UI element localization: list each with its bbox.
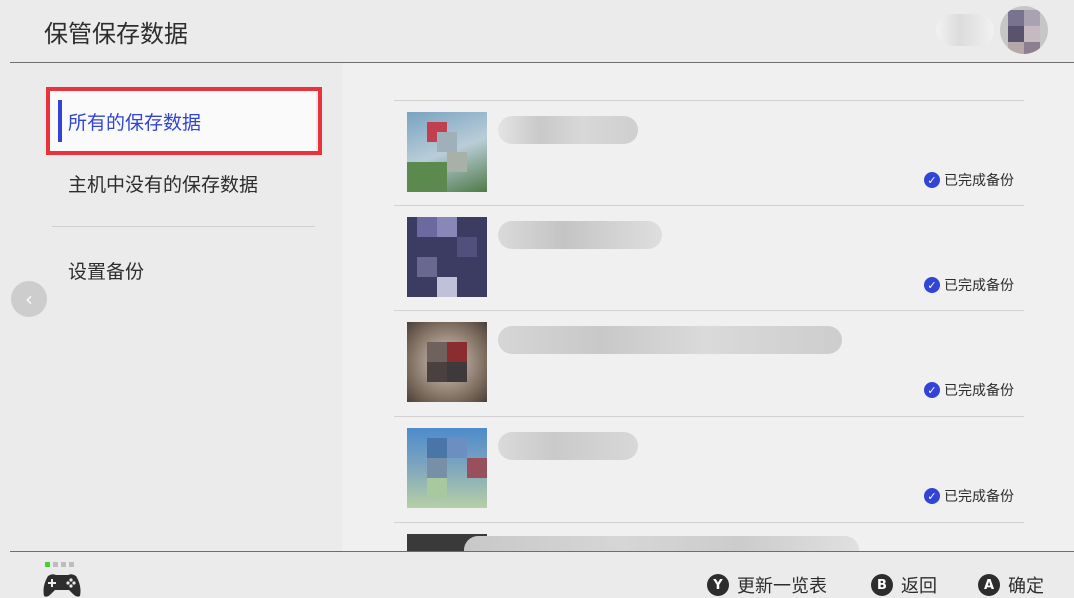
refresh-list-label: 更新一览表 xyxy=(737,576,827,597)
row-divider xyxy=(394,310,1024,311)
avatar-pixel xyxy=(1024,26,1040,42)
thumb-pixel xyxy=(447,152,467,172)
page-title: 保管保存数据 xyxy=(44,20,188,48)
highlight-box xyxy=(46,87,322,155)
battery-cell xyxy=(61,562,66,567)
thumb-pixel xyxy=(427,478,447,498)
controller-icon xyxy=(43,574,81,597)
game-title-blurred xyxy=(498,432,638,460)
b-button-icon: B xyxy=(871,574,893,596)
chevron-left-icon[interactable]: ‹ xyxy=(11,281,47,317)
thumb-pixel xyxy=(447,342,467,362)
sidebar-divider xyxy=(52,226,315,227)
game-thumbnail xyxy=(407,217,487,297)
backup-status-label: 已完成备份 xyxy=(944,278,1014,294)
battery-cell xyxy=(45,562,50,567)
backup-status: ✓ 已完成备份 xyxy=(924,380,1014,400)
save-data-list: ✓ 已完成备份 ✓ 已完成备份 ✓ 已完成备份 ✓ 已完成备份 xyxy=(342,63,1074,551)
thumb-pixel xyxy=(417,257,437,277)
backup-status: ✓ 已完成备份 xyxy=(924,275,1014,295)
back-label: 返回 xyxy=(901,576,937,597)
thumb-pixel xyxy=(417,217,437,237)
sidebar-item-backup-settings[interactable]: 设置备份 xyxy=(50,240,316,300)
thumb-pixel xyxy=(437,217,457,237)
backup-status-label: 已完成备份 xyxy=(944,383,1014,399)
thumb-pixel xyxy=(447,362,467,382)
list-item[interactable] xyxy=(394,522,1024,551)
battery-cell xyxy=(69,562,74,567)
y-button-icon: Y xyxy=(707,574,729,596)
row-divider xyxy=(394,205,1024,206)
avatar-pixel xyxy=(1008,26,1024,42)
row-divider xyxy=(394,416,1024,417)
battery-cell xyxy=(53,562,58,567)
thumb-pixel xyxy=(447,438,467,458)
check-circle-icon: ✓ xyxy=(924,382,940,398)
thumb-pixel xyxy=(427,438,447,458)
header-bar: 保管保存数据 xyxy=(0,0,1074,62)
backup-status: ✓ 已完成备份 xyxy=(924,486,1014,506)
refresh-list-button[interactable]: Y 更新一览表 xyxy=(707,572,827,598)
game-title-blurred xyxy=(498,326,842,354)
user-name-blurred xyxy=(936,14,994,46)
avatar-pixel xyxy=(1024,42,1040,54)
check-circle-icon: ✓ xyxy=(924,277,940,293)
avatar-pixel xyxy=(1008,42,1024,54)
avatar-pixel xyxy=(1024,10,1040,26)
thumb-pixel xyxy=(457,237,477,257)
row-divider xyxy=(394,100,1024,101)
a-button-icon: A xyxy=(978,574,1000,596)
check-circle-icon: ✓ xyxy=(924,172,940,188)
backup-status-label: 已完成备份 xyxy=(944,489,1014,505)
list-item[interactable]: ✓ 已完成备份 xyxy=(394,310,1024,415)
thumb-pixel xyxy=(437,132,457,152)
footer-divider xyxy=(10,551,1074,552)
list-item[interactable]: ✓ 已完成备份 xyxy=(394,416,1024,521)
thumb-pixel xyxy=(437,277,457,297)
backup-status: ✓ 已完成备份 xyxy=(924,170,1014,190)
game-title-blurred xyxy=(498,116,638,144)
sidebar-item-missing-saves[interactable]: 主机中没有的保存数据 xyxy=(50,153,316,213)
game-thumbnail xyxy=(407,112,487,192)
game-title-blurred xyxy=(464,536,859,551)
thumb-pixel xyxy=(407,162,447,192)
thumb-pixel xyxy=(467,458,487,478)
check-circle-icon: ✓ xyxy=(924,488,940,504)
thumb-pixel xyxy=(427,342,447,362)
list-item[interactable]: ✓ 已完成备份 xyxy=(394,100,1024,205)
avatar-pixel xyxy=(1008,10,1024,26)
battery-indicator xyxy=(45,562,74,567)
game-thumbnail xyxy=(407,322,487,402)
list-item[interactable]: ✓ 已完成备份 xyxy=(394,205,1024,310)
sidebar-item-label: 设置备份 xyxy=(68,260,145,283)
game-title-blurred xyxy=(498,221,662,249)
user-avatar[interactable] xyxy=(1000,6,1048,54)
game-thumbnail xyxy=(407,428,487,508)
back-button[interactable]: B 返回 xyxy=(871,572,937,598)
confirm-label: 确定 xyxy=(1008,576,1044,597)
sidebar-item-label: 主机中没有的保存数据 xyxy=(68,173,259,196)
backup-status-label: 已完成备份 xyxy=(944,173,1014,189)
confirm-button[interactable]: A 确定 xyxy=(978,572,1044,598)
thumb-pixel xyxy=(427,362,447,382)
thumb-pixel xyxy=(427,458,447,478)
row-divider xyxy=(394,522,1024,523)
